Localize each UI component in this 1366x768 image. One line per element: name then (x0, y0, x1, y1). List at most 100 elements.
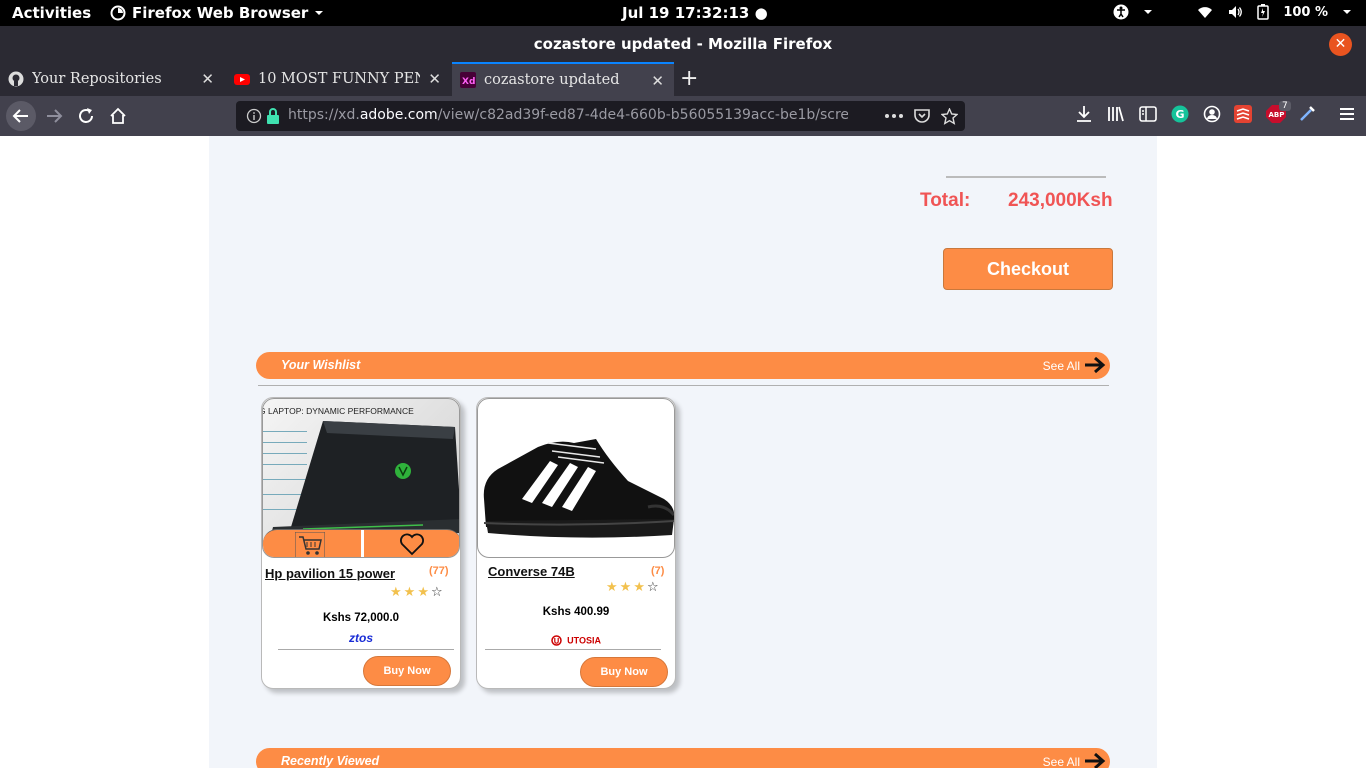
back-button[interactable] (6, 101, 36, 131)
window-title-bar: cozastore updated - Mozilla Firefox ✕ (0, 26, 1366, 62)
close-tab-icon[interactable]: ✕ (651, 72, 664, 90)
tab-label: 10 MOST FUNNY PENALTIES (258, 71, 420, 87)
clock-text: Jul 19 17:32:13 (622, 4, 750, 22)
product-image-laptop[interactable]: G LAPTOP: DYNAMIC PERFORMANCE (262, 398, 460, 558)
wishlist-title: Your Wishlist (281, 358, 361, 372)
total-value: 243,000Ksh (1008, 190, 1113, 211)
checkout-button[interactable]: Checkout (943, 248, 1113, 290)
card-action-bar (263, 529, 459, 558)
star-filled-icon: ★ (390, 585, 404, 600)
home-icon (110, 107, 126, 124)
wishlist-card-hp-pavilion[interactable]: G LAPTOP: DYNAMIC PERFORMANCE Hp pavilio… (261, 397, 461, 689)
star-filled-icon: ★ (606, 580, 620, 595)
adobe-xd-icon: Xd (460, 72, 476, 88)
download-icon[interactable] (1075, 105, 1093, 123)
close-window-button[interactable]: ✕ (1329, 33, 1352, 56)
new-tab-button[interactable]: + (680, 66, 698, 91)
todoist-icon[interactable] (1234, 105, 1252, 123)
svg-text:Xd: Xd (462, 77, 475, 87)
color-picker-icon[interactable] (1298, 105, 1316, 123)
recently-viewed-section-header: Recently Viewed See All (256, 748, 1110, 768)
utosia-logo-icon (551, 635, 562, 646)
forward-button[interactable] (40, 102, 68, 130)
more-actions-icon[interactable] (885, 114, 903, 118)
svg-text:ABP: ABP (1269, 111, 1285, 119)
total-divider (946, 176, 1106, 178)
battery-icon (1257, 4, 1270, 20)
heart-icon[interactable] (399, 533, 425, 557)
url-domain: adobe.com (359, 107, 438, 123)
reload-icon (79, 108, 93, 123)
sneaker-graphic (483, 439, 674, 538)
total-label: Total: (920, 190, 971, 211)
bookmark-star-icon[interactable] (941, 108, 958, 125)
close-tab-icon[interactable]: ✕ (428, 70, 441, 88)
arrow-right-icon[interactable] (1084, 356, 1106, 374)
review-count: (77) (429, 565, 449, 577)
brand-name: UTOSIA (567, 635, 601, 646)
rating-stars: ★★★☆ (606, 580, 661, 595)
library-icon[interactable] (1107, 105, 1125, 123)
reload-button[interactable] (72, 102, 100, 130)
chevron-down-icon (315, 11, 324, 15)
cart-icon[interactable] (295, 532, 325, 558)
brand-logo: ztos (349, 631, 373, 645)
recently-viewed-see-all-link[interactable]: See All (1043, 755, 1080, 768)
tab-label: Your Repositories (32, 71, 162, 87)
info-icon[interactable] (246, 108, 262, 124)
rating-stars: ★★★☆ (390, 585, 445, 600)
card-divider (278, 649, 454, 650)
card-divider (485, 649, 661, 650)
arrow-right-icon (47, 109, 63, 123)
pocket-icon[interactable] (914, 108, 930, 124)
product-image-shoe[interactable] (477, 398, 675, 558)
star-filled-icon: ★ (619, 580, 634, 595)
star-empty-icon: ☆ (430, 585, 445, 600)
wishlist-see-all-link[interactable]: See All (1043, 359, 1080, 373)
lock-icon[interactable] (266, 108, 280, 124)
notification-dot-icon: ● (754, 4, 768, 22)
product-name[interactable]: Converse 74B (488, 564, 575, 579)
account-icon[interactable] (1203, 105, 1221, 123)
grammarly-icon[interactable]: G (1171, 105, 1189, 123)
system-tray[interactable]: 100 % (1113, 4, 1352, 20)
recently-viewed-title: Recently Viewed (281, 754, 380, 768)
home-button[interactable] (104, 102, 132, 130)
battery-percent: 100 % (1283, 4, 1328, 20)
arrow-left-icon (12, 109, 28, 123)
buy-now-button[interactable]: Buy Now (363, 656, 451, 686)
product-name[interactable]: Hp pavilion 15 power (265, 566, 395, 581)
star-filled-icon: ★ (417, 585, 431, 600)
product-price: Kshs 400.99 (542, 606, 610, 618)
wifi-icon (1198, 7, 1213, 18)
chevron-down-icon (1343, 10, 1351, 14)
svg-text:G: G (1176, 108, 1185, 121)
url-bar[interactable]: https://xd.adobe.com/view/c82ad39f-ed87-… (236, 101, 965, 131)
accessibility-icon (1113, 4, 1129, 20)
buy-now-button[interactable]: Buy Now (580, 657, 668, 687)
review-count: (7) (651, 565, 665, 577)
star-filled-icon: ★ (633, 580, 647, 595)
action-divider (361, 530, 364, 557)
wishlist-section-header: Your Wishlist See All (256, 352, 1110, 379)
tab-cozastore[interactable]: Xd cozastore updated ✕ (452, 62, 674, 96)
sidebar-icon[interactable] (1139, 105, 1157, 123)
hamburger-menu-icon[interactable] (1338, 105, 1356, 123)
tab-funny-penalties[interactable]: 10 MOST FUNNY PENALTIES ✕ (226, 62, 451, 96)
brand-logo: UTOSIA (477, 630, 675, 649)
arrow-right-icon[interactable] (1084, 752, 1106, 768)
tab-label: cozastore updated (484, 72, 620, 88)
close-tab-icon[interactable]: ✕ (201, 70, 214, 88)
tab-your-repositories[interactable]: Your Repositories ✕ (0, 62, 224, 96)
adblock-count-badge: 7 (1279, 101, 1291, 111)
firefox-app-icon (110, 5, 126, 21)
tab-strip: Your Repositories ✕ 10 MOST FUNNY PENALT… (0, 62, 1366, 96)
clock[interactable]: Jul 19 17:32:13 ● (622, 4, 768, 22)
activities-button[interactable]: Activities (12, 4, 91, 22)
section-divider (258, 385, 1109, 386)
volume-icon (1229, 6, 1243, 18)
github-icon (8, 71, 24, 87)
app-menu[interactable]: Firefox Web Browser (110, 4, 324, 22)
wishlist-card-converse[interactable]: Converse 74B (7) ★★★☆ Kshs 400.99 UTOSIA… (476, 397, 676, 689)
app-name: Firefox Web Browser (132, 4, 309, 22)
